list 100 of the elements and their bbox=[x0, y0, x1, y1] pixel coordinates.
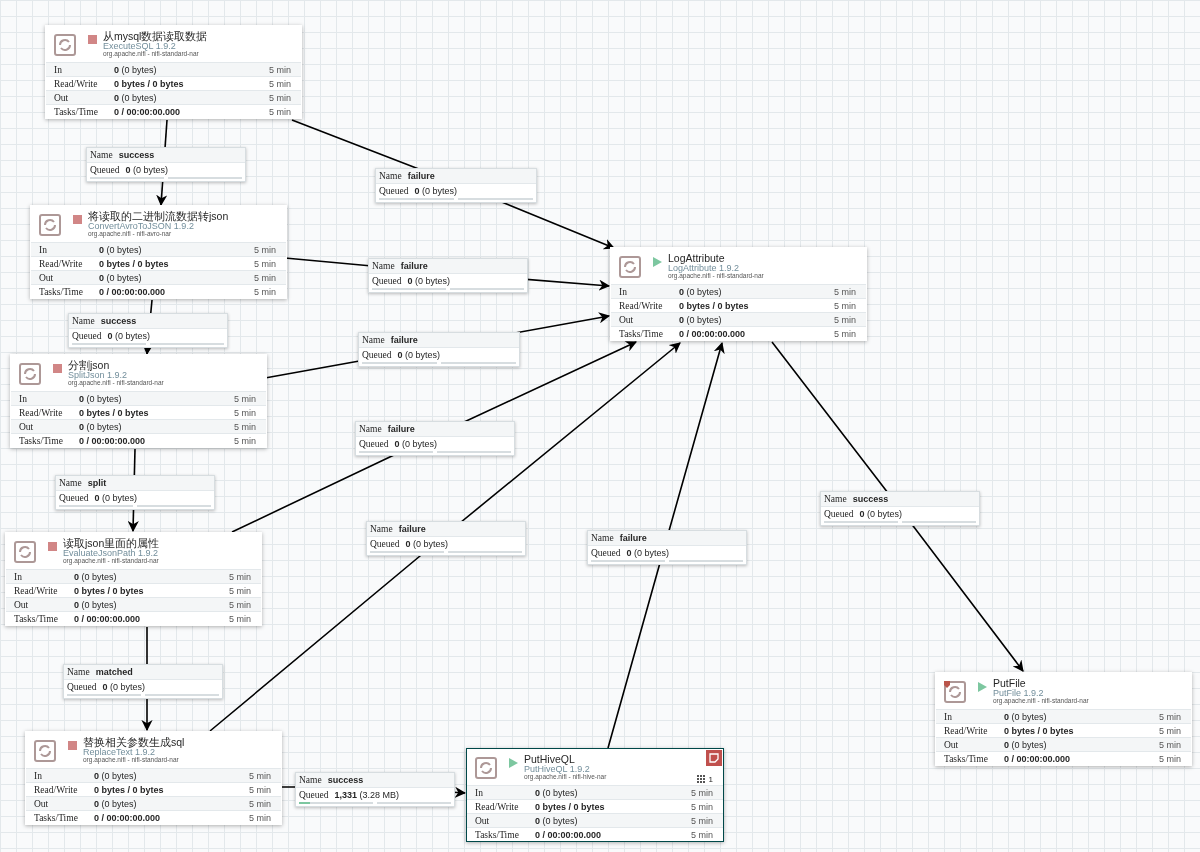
stat-period: 5 min bbox=[834, 328, 856, 339]
connection-label[interactable]: Name failure Queued 0 (0 bytes) bbox=[366, 521, 526, 556]
queued-label: Queued bbox=[370, 539, 400, 549]
connection-label[interactable]: Name failure Queued 0 (0 bytes) bbox=[355, 421, 515, 456]
stat-label: Out bbox=[14, 599, 30, 610]
stat-period: 5 min bbox=[254, 286, 276, 297]
queued-label: Queued bbox=[824, 509, 854, 519]
name-label: Name bbox=[362, 335, 385, 345]
connection-label[interactable]: Name success Queued 0 (0 bytes) bbox=[820, 491, 980, 526]
stat-label: In bbox=[619, 286, 628, 297]
stat-period: 5 min bbox=[1159, 725, 1181, 736]
relationship-name: failure bbox=[407, 171, 435, 181]
stat-period: 5 min bbox=[234, 393, 256, 404]
stat-period: 5 min bbox=[249, 770, 271, 781]
connection-label[interactable]: Name failure Queued 0 (0 bytes) bbox=[368, 258, 528, 293]
queued-label: Queued bbox=[362, 350, 392, 360]
stat-period: 5 min bbox=[834, 286, 856, 297]
relationship-name: failure bbox=[390, 335, 418, 345]
stat-label: In bbox=[54, 64, 63, 75]
stat-period: 5 min bbox=[269, 106, 291, 117]
queued-value: 0 (0 bytes) bbox=[394, 439, 438, 449]
stat-period: 5 min bbox=[691, 815, 713, 826]
processor-type: SplitJson 1.9.2 bbox=[68, 371, 129, 380]
queued-label: Queued bbox=[591, 548, 621, 558]
stat-period: 5 min bbox=[254, 244, 276, 255]
relationship-name: success bbox=[327, 775, 364, 785]
connection-label[interactable]: Name failure Queued 0 (0 bytes) bbox=[358, 332, 520, 367]
stat-period: 5 min bbox=[1159, 711, 1181, 722]
queued-label: Queued bbox=[379, 186, 409, 196]
stat-value: 0 (0 bytes) bbox=[1004, 739, 1048, 750]
stat-value: 0 bytes / 0 bytes bbox=[99, 258, 170, 269]
stat-value: 0 (0 bytes) bbox=[74, 571, 118, 582]
stat-label: Read/Write bbox=[34, 784, 79, 795]
stat-value: 0 (0 bytes) bbox=[99, 244, 143, 255]
stat-label: Out bbox=[54, 92, 70, 103]
stat-value: 0 (0 bytes) bbox=[114, 92, 158, 103]
stat-value: 0 (0 bytes) bbox=[79, 393, 123, 404]
stat-label: Out bbox=[475, 815, 491, 826]
stat-period: 5 min bbox=[249, 784, 271, 795]
relationship-name: matched bbox=[95, 667, 133, 677]
stat-period: 5 min bbox=[269, 64, 291, 75]
processor-type: EvaluateJsonPath 1.9.2 bbox=[63, 549, 160, 558]
connection-label[interactable]: Name success Queued 0 (0 bytes) bbox=[86, 147, 246, 182]
stat-value: 0 bytes / 0 bytes bbox=[114, 78, 185, 89]
stat-label: In bbox=[14, 571, 23, 582]
processor-name: 替换相关参数生成sql bbox=[83, 737, 185, 748]
relationship-name: success bbox=[118, 150, 155, 160]
stat-period: 5 min bbox=[249, 812, 271, 823]
connection-label[interactable]: Name matched Queued 0 (0 bytes) bbox=[63, 664, 223, 699]
relationship-name: success bbox=[852, 494, 889, 504]
processor-type: ConvertAvroToJSON 1.9.2 bbox=[88, 222, 194, 231]
stat-value: 0 (0 bytes) bbox=[99, 272, 143, 283]
name-label: Name bbox=[370, 524, 393, 534]
stat-value: 0 (0 bytes) bbox=[1004, 711, 1048, 722]
queued-label: Queued bbox=[299, 790, 329, 800]
stat-value: 0 (0 bytes) bbox=[535, 787, 579, 798]
stat-label: Tasks/Time bbox=[34, 812, 79, 823]
stat-value: 0 / 00:00:00.000 bbox=[1004, 753, 1072, 764]
queued-value: 0 (0 bytes) bbox=[397, 350, 441, 360]
stat-value: 0 (0 bytes) bbox=[94, 798, 138, 809]
stat-label: Out bbox=[619, 314, 635, 325]
stat-label: Read/Write bbox=[619, 300, 664, 311]
stat-value: 0 bytes / 0 bytes bbox=[94, 784, 165, 795]
stat-value: 0 bytes / 0 bytes bbox=[535, 801, 606, 812]
stat-label: Out bbox=[39, 272, 55, 283]
stat-value: 0 / 00:00:00.000 bbox=[114, 106, 182, 117]
stat-value: 0 (0 bytes) bbox=[74, 599, 118, 610]
name-label: Name bbox=[299, 775, 322, 785]
stat-label: Tasks/Time bbox=[54, 106, 99, 117]
queued-value: 0 (0 bytes) bbox=[107, 331, 151, 341]
connection-label[interactable]: Name success Queued 0 (0 bytes) bbox=[68, 313, 228, 348]
queued-label: Queued bbox=[72, 331, 102, 341]
relationship-name: failure bbox=[400, 261, 428, 271]
stat-value: 0 (0 bytes) bbox=[679, 314, 723, 325]
processor-name: 分割json bbox=[68, 360, 111, 371]
stat-label: Read/Write bbox=[19, 407, 64, 418]
queued-value: 0 (0 bytes) bbox=[405, 539, 449, 549]
stat-label: Tasks/Time bbox=[475, 829, 520, 840]
processor-type: PutHiveQL 1.9.2 bbox=[524, 765, 590, 775]
bulletin-icon[interactable] bbox=[706, 750, 722, 766]
queued-value: 0 (0 bytes) bbox=[94, 493, 138, 503]
connection-label[interactable]: Name split Queued 0 (0 bytes) bbox=[55, 475, 215, 510]
stat-period: 5 min bbox=[229, 599, 251, 610]
stat-period: 5 min bbox=[229, 613, 251, 624]
stat-value: 0 / 00:00:00.000 bbox=[535, 829, 603, 840]
stat-period: 5 min bbox=[234, 407, 256, 418]
stat-value: 0 / 00:00:00.000 bbox=[74, 613, 142, 624]
stat-period: 5 min bbox=[691, 787, 713, 798]
processor-type: PutFile 1.9.2 bbox=[993, 689, 1045, 698]
connection-label[interactable]: Name failure Queued 0 (0 bytes) bbox=[587, 530, 747, 565]
relationship-name: success bbox=[100, 316, 137, 326]
stat-value: 0 (0 bytes) bbox=[114, 64, 158, 75]
stat-period: 5 min bbox=[249, 798, 271, 809]
queued-label: Queued bbox=[59, 493, 89, 503]
connection-label[interactable]: Name success Queued 1,331 (3.28 MB) bbox=[295, 772, 455, 807]
processor-name: 将读取的二进制流数据转json bbox=[88, 211, 229, 222]
stat-value: 0 bytes / 0 bytes bbox=[679, 300, 750, 311]
connection-label[interactable]: Name failure Queued 0 (0 bytes) bbox=[375, 168, 537, 203]
stat-period: 5 min bbox=[1159, 753, 1181, 764]
stat-value: 0 / 00:00:00.000 bbox=[99, 286, 167, 297]
